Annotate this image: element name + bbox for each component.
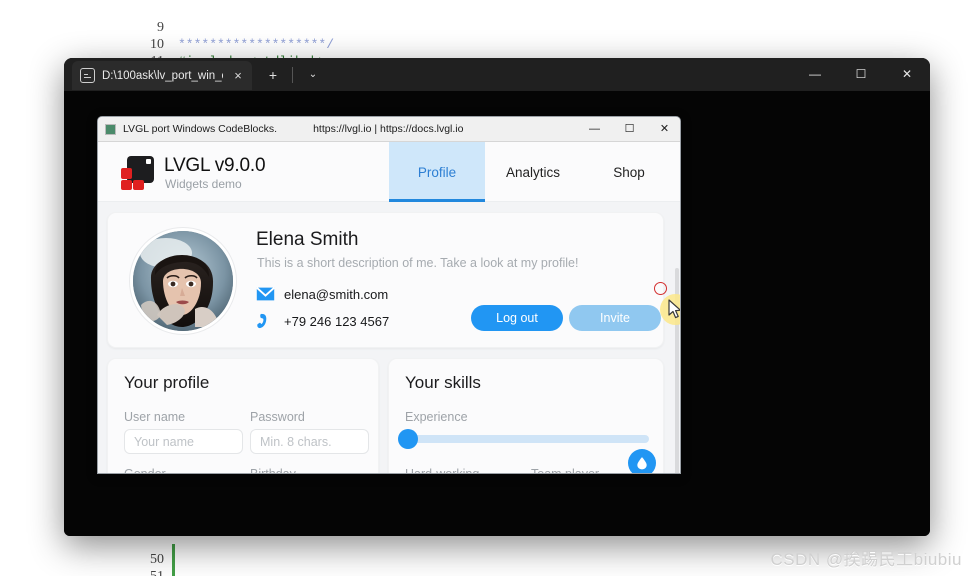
logo-white-dot — [146, 159, 151, 164]
logo-red-square-1 — [121, 168, 132, 179]
email-text: elena@smith.com — [284, 286, 389, 302]
app-icon — [105, 123, 116, 135]
password-input[interactable]: Min. 8 chars. — [250, 429, 369, 454]
avatar — [130, 228, 236, 334]
profile-card: Elena Smith This is a short description … — [107, 212, 664, 348]
terminal-body: LVGL port Windows CodeBlocks. https://lv… — [64, 91, 930, 536]
lvgl-window-title: LVGL port Windows CodeBlocks. — [123, 123, 278, 135]
logo-red-square-3 — [133, 180, 144, 190]
your-skills-card: Your skills Experience Hard-working Team… — [388, 358, 664, 473]
water-drop-icon[interactable] — [628, 449, 656, 473]
code-line: 10 #include <stdlib.h> — [120, 19, 326, 69]
username-label: User name — [124, 410, 186, 424]
terminal-tab-title: D:\100ask\lv_port_win_codebl — [102, 69, 223, 82]
hardworking-label[interactable]: Hard-working — [405, 467, 479, 473]
birthday-label: Birthday — [250, 467, 296, 474]
user-description: This is a short description of me. Take … — [257, 256, 579, 270]
code-line: 11 #include <unistd.h> — [120, 36, 327, 86]
phone-row: +79 246 123 4567 — [256, 313, 389, 329]
your-skills-title: Your skills — [405, 373, 481, 392]
lvgl-titlebar[interactable]: LVGL port Windows CodeBlocks. https://lv… — [98, 117, 680, 142]
tab-analytics[interactable]: Analytics — [485, 142, 581, 202]
code-line: 9 *******************/ — [120, 2, 334, 52]
minimize-button[interactable]: — — [792, 58, 838, 91]
invite-button[interactable]: Invite — [569, 305, 661, 331]
tab-profile[interactable]: Profile — [389, 142, 485, 202]
lvgl-minimize-button[interactable]: — — [577, 117, 612, 141]
experience-slider-knob[interactable] — [398, 429, 418, 449]
your-profile-title: Your profile — [124, 373, 210, 392]
gender-label: Gender — [124, 467, 166, 474]
username-input[interactable]: Your name — [124, 429, 243, 454]
password-label: Password — [250, 410, 305, 424]
experience-slider[interactable] — [405, 435, 649, 443]
user-name: Elena Smith — [256, 229, 359, 250]
logo-red-square-2 — [121, 180, 132, 190]
demo-content: Elena Smith This is a short description … — [98, 202, 680, 474]
mouse-cursor-icon — [668, 299, 680, 319]
chevron-down-icon[interactable]: ⌄ — [302, 65, 324, 85]
watermark: CSDN @挨踢民工biubiu — [770, 550, 962, 569]
console-icon — [80, 68, 95, 83]
demo-header: LVGL v9.0.0 Widgets demo Profile Analyti… — [98, 142, 680, 202]
close-icon[interactable]: × — [230, 68, 246, 83]
close-button[interactable]: ✕ — [884, 58, 930, 91]
avatar-image — [133, 231, 233, 331]
your-profile-card: Your profile User name Password Your nam… — [107, 358, 379, 474]
lvgl-canvas: LVGL v9.0.0 Widgets demo Profile Analyti… — [98, 142, 680, 474]
tab-bar: Profile Analytics Shop — [389, 142, 677, 202]
terminal-window: D:\100ask\lv_port_win_codebl × + ⌄ — ☐ ✕… — [64, 58, 930, 536]
phone-text: +79 246 123 4567 — [284, 313, 390, 329]
experience-label: Experience — [405, 410, 468, 424]
envelope-icon — [256, 286, 275, 301]
brand-title: LVGL v9.0.0 — [164, 155, 266, 176]
lvgl-logo-icon — [120, 156, 154, 190]
line-text: *******************/ — [178, 37, 335, 52]
terminal-titlebar[interactable]: D:\100ask\lv_port_win_codebl × + ⌄ — ☐ ✕ — [64, 58, 930, 91]
email-row: elena@smith.com — [256, 286, 388, 302]
new-tab-button[interactable]: + — [262, 65, 284, 85]
maximize-button[interactable]: ☐ — [838, 58, 884, 91]
phone-icon — [257, 313, 267, 329]
brand-subtitle: Widgets demo — [165, 177, 242, 191]
logout-button[interactable]: Log out — [471, 305, 563, 331]
annotation-circle — [654, 282, 667, 295]
lvgl-close-button[interactable]: ✕ — [647, 117, 680, 141]
change-marker — [172, 544, 175, 576]
tab-shop[interactable]: Shop — [581, 142, 677, 202]
lvgl-window-url: https://lvgl.io | https://docs.lvgl.io — [313, 123, 464, 135]
screen: 9 *******************/ 10 #include <stdl… — [0, 0, 970, 576]
terminal-tab[interactable]: D:\100ask\lv_port_win_codebl × — [72, 61, 252, 90]
lvgl-simulator-window: LVGL port Windows CodeBlocks. https://lv… — [97, 116, 681, 474]
water-drop-glyph — [637, 457, 647, 470]
tabbar-divider — [292, 67, 293, 83]
teamplayer-label[interactable]: Team player — [531, 467, 599, 473]
lvgl-maximize-button[interactable]: ☐ — [612, 117, 647, 141]
